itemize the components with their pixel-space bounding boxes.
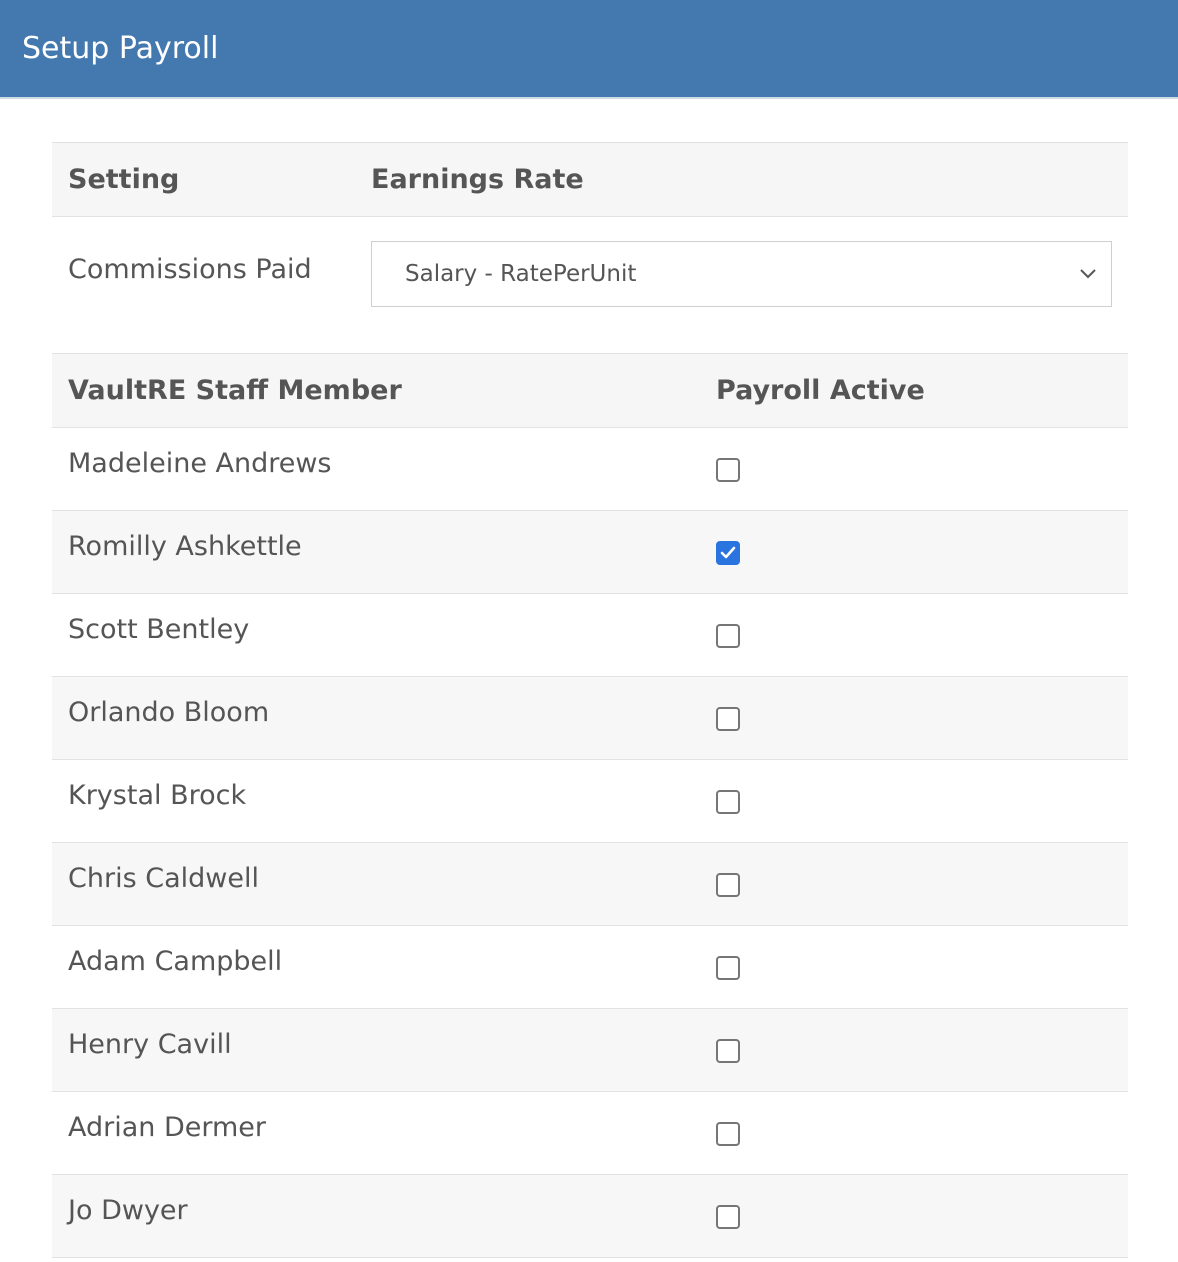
staff-name: Krystal Brock (52, 759, 700, 843)
staff-name: Orlando Bloom (52, 676, 700, 760)
staff-name: Adrian Dermer (52, 1091, 700, 1175)
setting-label: Commissions Paid (68, 253, 312, 285)
staff-name: Madeleine Andrews (52, 427, 700, 511)
staff-table-body: Madeleine Andrews Romilly Ashkettle Scot… (52, 427, 1128, 1258)
table-row: Adrian Dermer (52, 1091, 1128, 1175)
staff-name: Jo Dwyer (52, 1174, 700, 1258)
settings-header-row: Setting Earnings Rate (52, 142, 1128, 217)
payroll-active-checkbox[interactable] (716, 790, 740, 814)
page-title: Setup Payroll (22, 31, 219, 66)
setting-column-header: Setting (52, 142, 355, 217)
page-header: Setup Payroll (0, 0, 1178, 99)
earnings-rate-selected-value: Salary - RatePerUnit (405, 261, 637, 287)
payroll-active-checkbox[interactable] (716, 458, 740, 482)
staff-table: VaultRE Staff Member Payroll Active Made… (52, 353, 1128, 1258)
settings-table: Setting Earnings Rate Commissions Paid S… (52, 142, 1128, 343)
table-row: Madeleine Andrews (52, 427, 1128, 511)
staff-name: Henry Cavill (52, 1008, 700, 1092)
payroll-active-cell (700, 676, 1128, 760)
payroll-active-cell (700, 759, 1128, 843)
payroll-active-cell (700, 427, 1128, 511)
table-row: Scott Bentley (52, 593, 1128, 677)
payroll-active-cell (700, 510, 1128, 594)
payroll-active-cell (700, 1008, 1128, 1092)
earnings-rate-select[interactable]: Salary - RatePerUnit (371, 241, 1112, 307)
table-row: Adam Campbell (52, 925, 1128, 1009)
payroll-active-cell (700, 593, 1128, 677)
payroll-active-checkbox[interactable] (716, 873, 740, 897)
payroll-active-cell (700, 1091, 1128, 1175)
payroll-active-checkbox[interactable] (716, 624, 740, 648)
payroll-active-checkbox[interactable] (716, 956, 740, 980)
earnings-rate-column-header: Earnings Rate (355, 142, 1128, 217)
staff-name: Adam Campbell (52, 925, 700, 1009)
payroll-setup-content: Setting Earnings Rate Commissions Paid S… (52, 142, 1128, 1258)
table-row: Henry Cavill (52, 1008, 1128, 1092)
settings-row: Commissions Paid Salary - RatePerUnit (52, 217, 1128, 344)
payroll-active-checkbox[interactable] (716, 707, 740, 731)
checkmark-icon (720, 546, 736, 559)
table-row: Orlando Bloom (52, 676, 1128, 760)
payroll-active-checkbox[interactable] (716, 541, 740, 565)
payroll-active-column-header: Payroll Active (700, 353, 1128, 428)
chevron-down-icon (1080, 269, 1096, 279)
payroll-active-cell (700, 925, 1128, 1009)
table-row: Krystal Brock (52, 759, 1128, 843)
staff-name: Romilly Ashkettle (52, 510, 700, 594)
earnings-rate-cell: Salary - RatePerUnit (355, 217, 1128, 344)
payroll-active-cell (700, 1174, 1128, 1258)
payroll-active-checkbox[interactable] (716, 1205, 740, 1229)
payroll-active-checkbox[interactable] (716, 1039, 740, 1063)
table-row: Jo Dwyer (52, 1174, 1128, 1258)
staff-name: Chris Caldwell (52, 842, 700, 926)
payroll-active-checkbox[interactable] (716, 1122, 740, 1146)
payroll-active-cell (700, 842, 1128, 926)
staff-header-row: VaultRE Staff Member Payroll Active (52, 353, 1128, 428)
table-row: Romilly Ashkettle (52, 510, 1128, 594)
staff-name: Scott Bentley (52, 593, 700, 677)
table-row: Chris Caldwell (52, 842, 1128, 926)
staff-member-column-header: VaultRE Staff Member (52, 353, 700, 428)
